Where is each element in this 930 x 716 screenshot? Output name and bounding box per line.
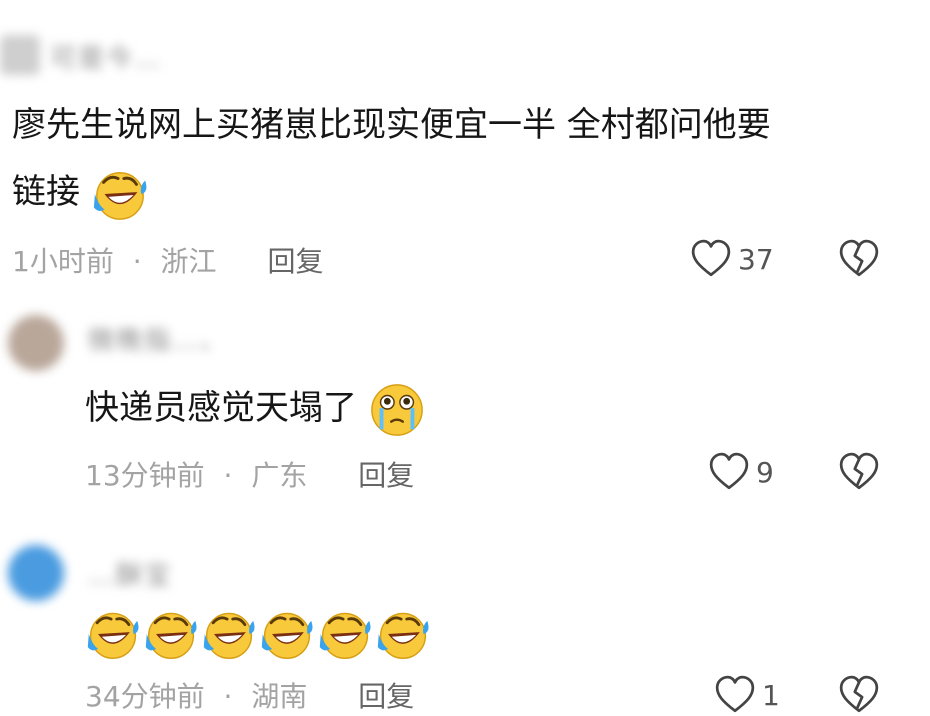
- reply-button[interactable]: 回复: [267, 245, 323, 278]
- heart-outline-icon: [714, 674, 756, 716]
- avatar[interactable]: [0, 35, 40, 75]
- comment-meta: 13分钟前 · 广东 回复: [85, 454, 414, 494]
- like-count: 1: [762, 678, 780, 712]
- like-button[interactable]: 1: [714, 674, 780, 716]
- comment-time: 13分钟前: [85, 459, 205, 492]
- username[interactable]: 可是今…: [50, 38, 162, 75]
- separator: ·: [223, 459, 233, 492]
- separator: ·: [132, 245, 142, 278]
- rolling-laugh-emoji-icon: [201, 606, 257, 662]
- comment-location: 湖南: [251, 680, 308, 713]
- username[interactable]: …酥宝: [88, 555, 172, 592]
- comment-time: 34分钟前: [85, 680, 205, 713]
- crying-face-emoji-icon: [368, 381, 426, 439]
- rolling-laugh-emoji-icon: [317, 606, 373, 662]
- comment-text-line2-text: 链接: [12, 172, 80, 212]
- like-count: 9: [756, 455, 774, 489]
- rolling-laugh-emoji-icon: [259, 606, 315, 662]
- comment-location: 广东: [251, 459, 308, 492]
- comment-text: 快递员感觉天塌了: [85, 376, 426, 440]
- comment-meta: 34分钟前 · 湖南 回复: [85, 675, 414, 715]
- rolling-laugh-emoji-icon: [85, 606, 141, 662]
- avatar[interactable]: [8, 545, 64, 601]
- comment-time: 1小时前: [12, 245, 114, 278]
- separator: ·: [223, 680, 233, 713]
- rolling-laugh-emoji-icon: [375, 606, 431, 662]
- reply-button[interactable]: 回复: [358, 680, 414, 713]
- comment-emoji-row: [85, 606, 431, 662]
- heart-outline-icon: [690, 238, 732, 280]
- heart-outline-icon: [708, 451, 750, 493]
- reply-button[interactable]: 回复: [358, 459, 414, 492]
- comment-location: 浙江: [160, 245, 217, 278]
- comment-meta: 1小时前 · 浙江 回复: [12, 240, 323, 280]
- comment-text-line1: 廖先生说网上买猪崽比现实便宜一半 全村都问他要: [12, 105, 771, 145]
- rolling-laugh-emoji-icon: [91, 165, 149, 223]
- broken-heart-icon[interactable]: [838, 238, 880, 280]
- broken-heart-icon[interactable]: [838, 674, 880, 716]
- comment-text-content: 快递员感觉天塌了: [85, 388, 357, 428]
- like-count: 37: [738, 242, 774, 276]
- avatar[interactable]: [8, 315, 64, 371]
- rolling-laugh-emoji-icon: [143, 606, 199, 662]
- comment-text: 廖先生说网上买猪崽比现实便宜一半 全村都问他要: [12, 93, 771, 157]
- like-button[interactable]: 9: [708, 451, 774, 493]
- comment-text-line2: 链接: [12, 160, 149, 224]
- username[interactable]: 微晚指…、: [88, 320, 228, 357]
- broken-heart-icon[interactable]: [838, 451, 880, 493]
- like-button[interactable]: 37: [690, 238, 774, 280]
